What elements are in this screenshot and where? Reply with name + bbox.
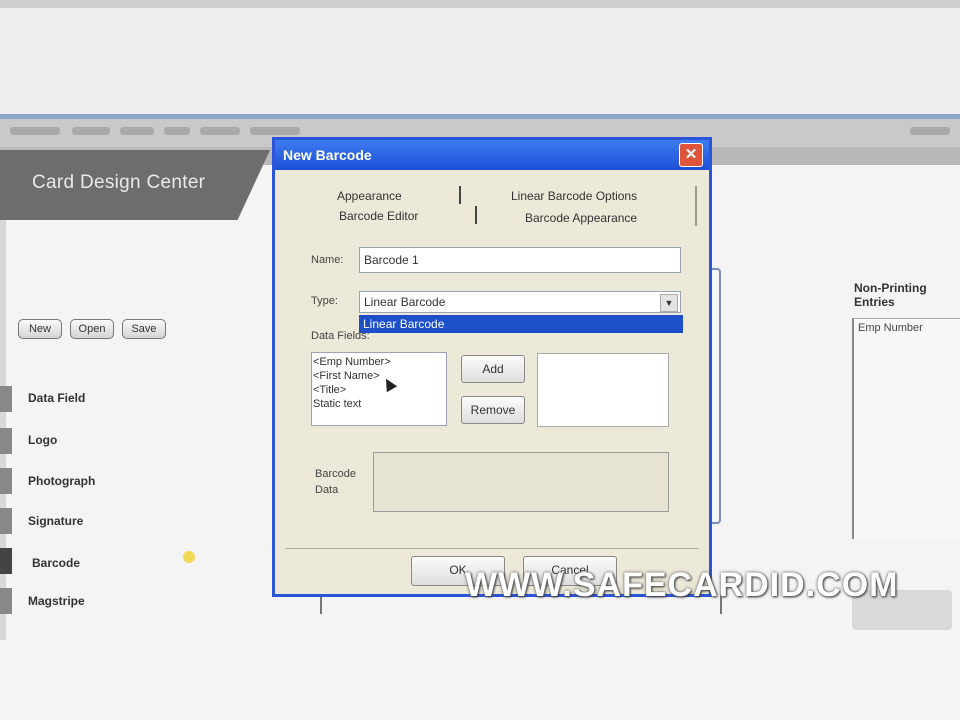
side-item-marker <box>0 588 12 614</box>
menu-item-blur <box>120 127 154 135</box>
ruler-tick <box>320 594 322 614</box>
name-input[interactable]: Barcode 1 <box>359 247 681 273</box>
new-barcode-dialog: New Barcode ✕ Appearance Linear Barcode … <box>272 137 712 597</box>
close-icon[interactable]: ✕ <box>679 143 703 167</box>
dialog-divider <box>285 548 699 549</box>
list-item[interactable]: <Title> <box>313 383 445 397</box>
tab-appearance[interactable]: Appearance <box>337 189 402 203</box>
menu-item-blur <box>10 127 60 135</box>
tab-separator <box>459 186 461 204</box>
tab-linear-barcode-options[interactable]: Linear Barcode Options <box>511 189 637 203</box>
menu-item-blur <box>250 127 300 135</box>
new-button[interactable]: New <box>18 319 62 339</box>
app-title: Card Design Center <box>32 172 206 193</box>
watermark: WWW.SAFECARDID.COM <box>465 566 899 604</box>
remove-button[interactable]: Remove <box>461 396 525 424</box>
side-item-signature[interactable]: Signature <box>28 514 83 528</box>
chevron-down-icon[interactable]: ▼ <box>660 294 678 312</box>
type-label: Type: <box>311 295 338 307</box>
right-panel-title-line2: Entries <box>854 295 895 309</box>
dialog-title: New Barcode <box>283 147 372 163</box>
list-item[interactable]: <First Name> <box>313 369 445 383</box>
barcode-data-label-2: Data <box>315 484 339 496</box>
dropdown-option-linear-barcode[interactable]: Linear Barcode <box>359 315 683 333</box>
sparkle-icon <box>183 551 195 563</box>
tab-barcode-appearance[interactable]: Barcode Appearance <box>525 211 637 225</box>
barcode-data-label: Barcode <box>315 468 356 480</box>
open-button[interactable]: Open <box>70 319 114 339</box>
tab-separator <box>475 206 477 224</box>
window-top-strip <box>0 0 960 8</box>
side-item-marker <box>0 468 12 494</box>
data-fields-items: <Emp Number> <First Name> <Title> Static… <box>313 355 445 425</box>
menu-item-blur <box>200 127 240 135</box>
list-item[interactable]: Static text <box>313 397 445 411</box>
tab-scroll-edge <box>695 186 697 226</box>
menu-item-blur <box>910 127 950 135</box>
menu-item-blur <box>164 127 190 135</box>
non-printing-list[interactable] <box>852 318 960 539</box>
right-panel-title: Non-Printing Entries <box>854 281 927 309</box>
barcode-data-field[interactable] <box>373 452 669 512</box>
name-label: Name: <box>311 254 344 266</box>
data-fields-label: Data Fields: <box>311 330 370 342</box>
add-button[interactable]: Add <box>461 355 525 383</box>
tab-barcode-editor[interactable]: Barcode Editor <box>339 209 418 223</box>
save-button[interactable]: Save <box>122 319 166 339</box>
right-panel-title-line1: Non-Printing <box>854 281 927 295</box>
side-item-marker <box>0 386 12 412</box>
top-area <box>0 8 960 116</box>
side-item-marker <box>0 428 12 454</box>
side-item-photograph[interactable]: Photograph <box>28 474 95 488</box>
side-item-magstripe[interactable]: Magstripe <box>28 594 85 608</box>
side-item-data-field[interactable]: Data Field <box>28 391 85 405</box>
type-select[interactable]: Linear Barcode ▼ <box>359 291 681 313</box>
side-item-barcode[interactable]: Barcode <box>32 556 80 570</box>
side-item-marker <box>0 508 12 534</box>
side-item-marker <box>0 548 12 574</box>
type-select-value: Linear Barcode <box>364 295 446 309</box>
field-preview-box <box>537 353 669 427</box>
list-item[interactable]: Emp Number <box>858 322 923 334</box>
menu-item-blur <box>72 127 110 135</box>
list-item[interactable]: <Emp Number> <box>313 355 445 369</box>
side-item-logo[interactable]: Logo <box>28 433 57 447</box>
